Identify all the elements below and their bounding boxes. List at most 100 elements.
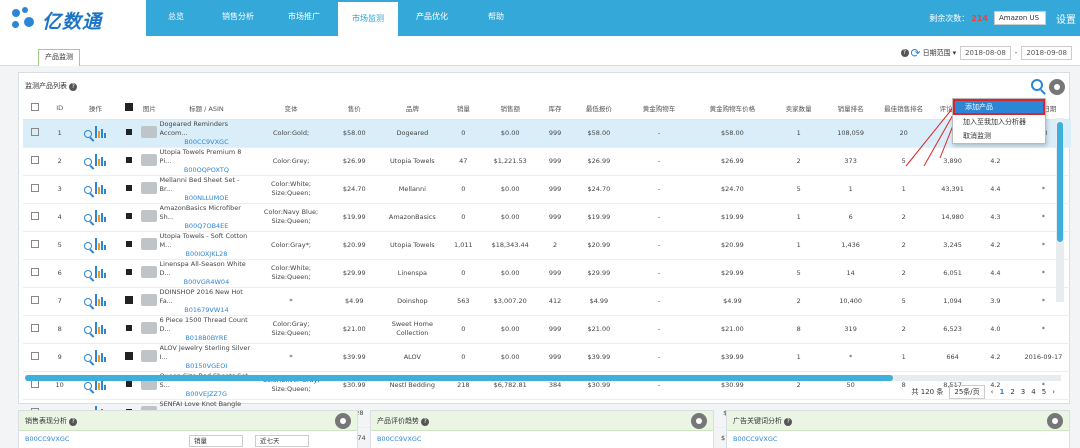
gear-icon[interactable]	[335, 413, 351, 429]
end-date-input[interactable]: 2018-09-08	[1021, 46, 1072, 60]
product-asin[interactable]: B00VEJZZ7G	[160, 390, 254, 399]
table-row[interactable]: 7 DOINSHOP 2016 New Hot Fa... B01679VW14 * $…	[23, 287, 1071, 316]
widget-asin[interactable]: B00CC9VXGC	[727, 431, 1069, 443]
table-row[interactable]: 8 6 Piece 1500 Thread Count D... B018B0BYR…	[23, 315, 1071, 344]
product-title[interactable]: Utopia Towels - Soft Cotton M...	[160, 232, 248, 249]
page-tab-product-monitor[interactable]: 产品监测	[38, 49, 80, 66]
page-1[interactable]: 1	[999, 388, 1004, 396]
col-price[interactable]: 售价	[328, 97, 380, 120]
next-page-icon[interactable]: ›	[1052, 388, 1055, 396]
nav-tab-product-optimize[interactable]: 产品优化	[402, 0, 462, 36]
table-row[interactable]: 4 AmazonBasics Microfiber Sh... B00Q7OB4EE…	[23, 203, 1071, 232]
row-checkbox[interactable]	[23, 315, 48, 344]
bar-chart-icon[interactable]	[95, 126, 107, 138]
row-checkbox[interactable]	[23, 259, 48, 288]
product-asin[interactable]: B01679VW14	[160, 306, 254, 315]
page-3[interactable]: 3	[1021, 388, 1025, 396]
table-row[interactable]: 5 Utopia Towels - Soft Cotton M... B00IOXJ…	[23, 231, 1071, 260]
help-icon[interactable]: ?	[784, 418, 793, 426]
search-icon[interactable]	[84, 214, 93, 222]
table-row[interactable]: 2 Utopia Towels Premium 8 Pi... B00OQPOXTQ…	[23, 147, 1071, 176]
col-sales[interactable]: 销量	[444, 97, 482, 120]
row-checkbox[interactable]	[23, 287, 48, 316]
metric-select[interactable]: 销量	[189, 435, 243, 447]
period-select[interactable]: 近七天	[255, 435, 309, 447]
table-row[interactable]: 3 Mellanni Bed Sheet Set - Br... B00NLLUMO…	[23, 175, 1071, 204]
select-all-checkbox[interactable]	[23, 97, 48, 120]
row-checkbox[interactable]	[23, 343, 48, 372]
menu-cancel-monitor[interactable]: 取消监测	[953, 129, 1045, 143]
col-lowest-offer[interactable]: 最低报价	[571, 97, 627, 120]
help-icon[interactable]: ?	[69, 83, 78, 91]
product-asin[interactable]: B00OQPOXTQ	[160, 166, 254, 175]
product-title[interactable]: ALOV Jewelry Sterling Silver I...	[160, 344, 251, 361]
search-icon[interactable]	[84, 382, 93, 390]
product-title[interactable]: Mellanni Bed Sheet Set - Br...	[160, 176, 240, 193]
product-title[interactable]: Dogeared Reminders Accom...	[160, 120, 228, 137]
page-2[interactable]: 2	[1010, 388, 1014, 396]
search-icon[interactable]	[84, 130, 93, 138]
row-checkbox[interactable]	[23, 175, 48, 204]
page-size-select[interactable]: 25条/页	[949, 385, 985, 399]
product-title[interactable]: Utopia Towels Premium 8 Pi...	[160, 148, 242, 165]
col-sellers[interactable]: 卖家数量	[773, 97, 825, 120]
product-title[interactable]: 6 Piece 1500 Thread Count D...	[160, 316, 248, 333]
col-brand[interactable]: 品牌	[379, 97, 445, 120]
page-5[interactable]: 5	[1042, 388, 1046, 396]
product-asin[interactable]: B0150VGEOI	[160, 362, 254, 371]
search-icon[interactable]	[84, 242, 93, 250]
horizontal-scrollbar[interactable]	[25, 375, 1061, 381]
date-range-label[interactable]: 日期范围	[923, 48, 951, 58]
row-checkbox[interactable]	[23, 203, 48, 232]
help-icon[interactable]: ?	[900, 49, 909, 57]
nav-tab-help[interactable]: 帮助	[466, 0, 526, 36]
row-checkbox[interactable]	[23, 119, 48, 148]
col-id[interactable]: ID	[47, 97, 72, 120]
menu-add-to-analyzer[interactable]: 加入至我加入分析器	[953, 115, 1045, 129]
search-icon[interactable]	[84, 270, 93, 278]
nav-tab-marketing[interactable]: 市场推广	[274, 0, 334, 36]
bar-chart-icon[interactable]	[95, 238, 107, 250]
nav-tab-sales-analysis[interactable]: 销售分析	[208, 0, 268, 36]
gear-icon[interactable]	[1049, 79, 1065, 95]
col-buybox-price[interactable]: 黄金购物车价格	[691, 97, 774, 120]
nav-tab-overview[interactable]: 总览	[146, 0, 206, 36]
widget-asin[interactable]: B00CC9VXGC	[371, 431, 713, 443]
bar-chart-icon[interactable]	[95, 154, 107, 166]
product-asin[interactable]: B00IOXJKL28	[160, 250, 254, 259]
col-revenue[interactable]: 销售额	[481, 97, 539, 120]
product-asin[interactable]: B00NLLUMOE	[160, 194, 254, 203]
product-asin[interactable]: B00VGR4W04	[160, 278, 254, 287]
product-title[interactable]: DOINSHOP 2016 New Hot Fa...	[160, 288, 243, 305]
gear-icon[interactable]	[1047, 413, 1063, 429]
bar-chart-icon[interactable]	[95, 266, 107, 278]
help-icon[interactable]: ?	[69, 418, 78, 426]
help-icon[interactable]: ?	[421, 418, 430, 426]
search-icon[interactable]	[84, 158, 93, 166]
col-title-asin[interactable]: 标题 / ASIN	[159, 97, 254, 120]
search-icon[interactable]	[84, 354, 93, 362]
product-asin[interactable]: B00CC9VXGC	[160, 138, 254, 147]
bar-chart-icon[interactable]	[95, 322, 107, 334]
start-date-input[interactable]: 2018-08-08	[960, 46, 1011, 60]
row-checkbox[interactable]	[23, 147, 48, 176]
bar-chart-icon[interactable]	[95, 294, 107, 306]
search-icon[interactable]	[84, 186, 93, 194]
gear-icon[interactable]	[691, 413, 707, 429]
search-icon[interactable]	[84, 298, 93, 306]
settings-link[interactable]: 设置	[1056, 11, 1076, 26]
bar-chart-icon[interactable]	[95, 350, 107, 362]
col-best-rank[interactable]: 最佳销售排名	[877, 97, 931, 120]
product-title[interactable]: AmazonBasics Microfiber Sh...	[160, 204, 241, 221]
page-4[interactable]: 4	[1031, 388, 1035, 396]
search-icon[interactable]	[1031, 79, 1043, 91]
vertical-scrollbar[interactable]	[1056, 118, 1064, 302]
menu-add-product[interactable]: 添加产品	[953, 99, 1045, 115]
col-buybox[interactable]: 黄金购物车	[626, 97, 692, 120]
product-asin[interactable]: B00Q7OB4EE	[160, 222, 254, 231]
refresh-icon[interactable]: ⟳	[911, 46, 921, 60]
bar-chart-icon[interactable]	[95, 182, 107, 194]
col-stock[interactable]: 库存	[538, 97, 572, 120]
bar-chart-icon[interactable]	[95, 210, 107, 222]
nav-tab-market-monitor[interactable]: 市场监测	[338, 0, 398, 36]
